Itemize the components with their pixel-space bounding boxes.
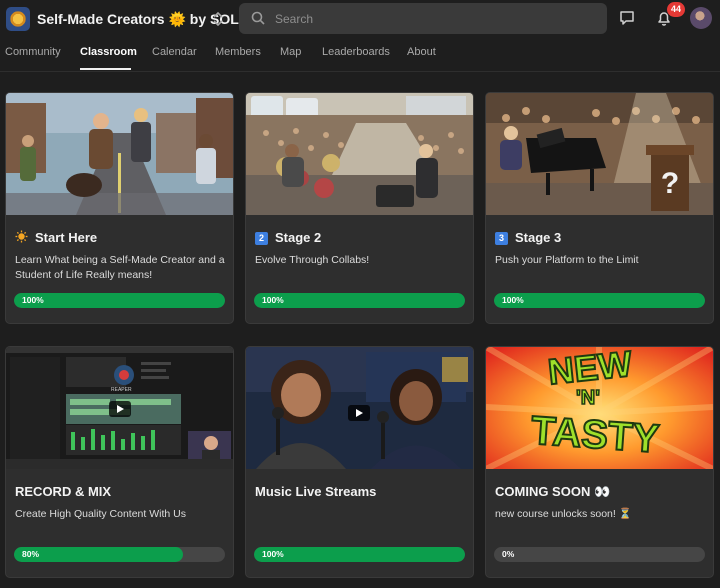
course-title: RECORD & MIX — [15, 484, 112, 499]
chat-icon[interactable] — [618, 9, 636, 27]
play-video-button[interactable] — [109, 401, 131, 417]
tab-about[interactable]: About — [407, 46, 436, 58]
progress-fill — [254, 547, 465, 562]
progress-fill — [254, 293, 465, 308]
progress-fill — [14, 293, 225, 308]
course-progress-bar: 80% — [14, 547, 225, 562]
course-title: COMING SOON 👀 — [495, 484, 611, 499]
course-title: Music Live Streams — [255, 484, 377, 499]
course-progress-bar: 100% — [494, 293, 705, 308]
progress-fill — [494, 293, 705, 308]
course-description: Evolve Through Collabs! — [255, 254, 370, 266]
search-input[interactable] — [275, 3, 595, 34]
search-icon — [251, 11, 265, 25]
active-tab-indicator — [80, 68, 131, 70]
tab-map[interactable]: Map — [280, 46, 301, 58]
course-thumbnail — [246, 347, 473, 469]
course-thumbnail: REAPER — [6, 347, 233, 469]
new-n-tasty-word-2: 'N' — [575, 386, 600, 410]
course-description: Create High Quality Content With Us — [15, 508, 186, 520]
course-description: new course unlocks soon! ⏳ — [495, 508, 632, 520]
progress-label: 0% — [502, 549, 515, 559]
group-logo[interactable] — [6, 7, 30, 31]
course-description: Learn What being a Self-Made Creator and… — [15, 254, 225, 281]
course-card-record-mix[interactable]: REAPER RECORD & MIX Create High Quality … — [5, 346, 234, 578]
progress-label: 100% — [502, 295, 524, 305]
course-card-stage-3[interactable]: ? 3 Stage 3 Push your Platform to the Lim… — [485, 92, 714, 324]
new-n-tasty-word-3: TASTY — [529, 408, 662, 463]
progress-label: 100% — [22, 295, 44, 305]
group-name[interactable]: Self-Made Creators 🌞 by SOL — [37, 11, 239, 28]
course-title: 3 Stage 3 — [495, 230, 561, 245]
group-switcher-icon[interactable] — [211, 9, 225, 29]
course-thumbnail — [6, 93, 233, 215]
reaper-logo-text: REAPER — [111, 387, 132, 393]
tab-community[interactable]: Community — [5, 46, 61, 58]
keycap-2-icon: 2 — [255, 232, 268, 245]
course-progress-bar: 100% — [254, 293, 465, 308]
course-thumbnail — [246, 93, 473, 215]
course-progress-bar: 100% — [14, 293, 225, 308]
course-thumbnail: ? — [486, 93, 713, 215]
user-avatar[interactable] — [690, 7, 712, 29]
top-bar: Self-Made Creators 🌞 by SOL 44 — [0, 0, 720, 38]
tab-leaderboards[interactable]: Leaderboards — [322, 46, 390, 58]
progress-label: 100% — [262, 549, 284, 559]
course-card-start-here[interactable]: Start Here Learn What being a Self-Made … — [5, 92, 234, 324]
tab-calendar[interactable]: Calendar — [152, 46, 197, 58]
play-video-button[interactable] — [348, 405, 370, 421]
course-title: 2 Stage 2 — [255, 230, 321, 245]
group-nav: Community Classroom Calendar Members Map… — [0, 38, 720, 71]
tab-classroom[interactable]: Classroom — [80, 46, 137, 58]
course-thumbnail: NEW 'N' TASTY — [486, 347, 713, 469]
header-divider — [0, 71, 720, 72]
keycap-3-icon: 3 — [495, 232, 508, 245]
progress-label: 80% — [22, 549, 40, 559]
svg-text:?: ? — [661, 167, 679, 200]
progress-label: 100% — [262, 295, 284, 305]
tab-members[interactable]: Members — [215, 46, 261, 58]
course-description: Push your Platform to the Limit — [495, 254, 639, 266]
sun-icon — [15, 230, 28, 243]
course-progress-bar: 100% — [254, 547, 465, 562]
notification-badge: 44 — [667, 2, 685, 17]
course-progress-bar: 0% — [494, 547, 705, 562]
search-bar[interactable] — [239, 3, 607, 34]
progress-fill — [14, 547, 183, 562]
course-title: Start Here — [15, 230, 97, 245]
course-card-stage-2[interactable]: 2 Stage 2 Evolve Through Collabs! 100% — [245, 92, 474, 324]
course-card-coming-soon[interactable]: NEW 'N' TASTY COMING SOON 👀 new course u… — [485, 346, 714, 578]
course-card-music-live-streams[interactable]: Music Live Streams 100% — [245, 346, 474, 578]
